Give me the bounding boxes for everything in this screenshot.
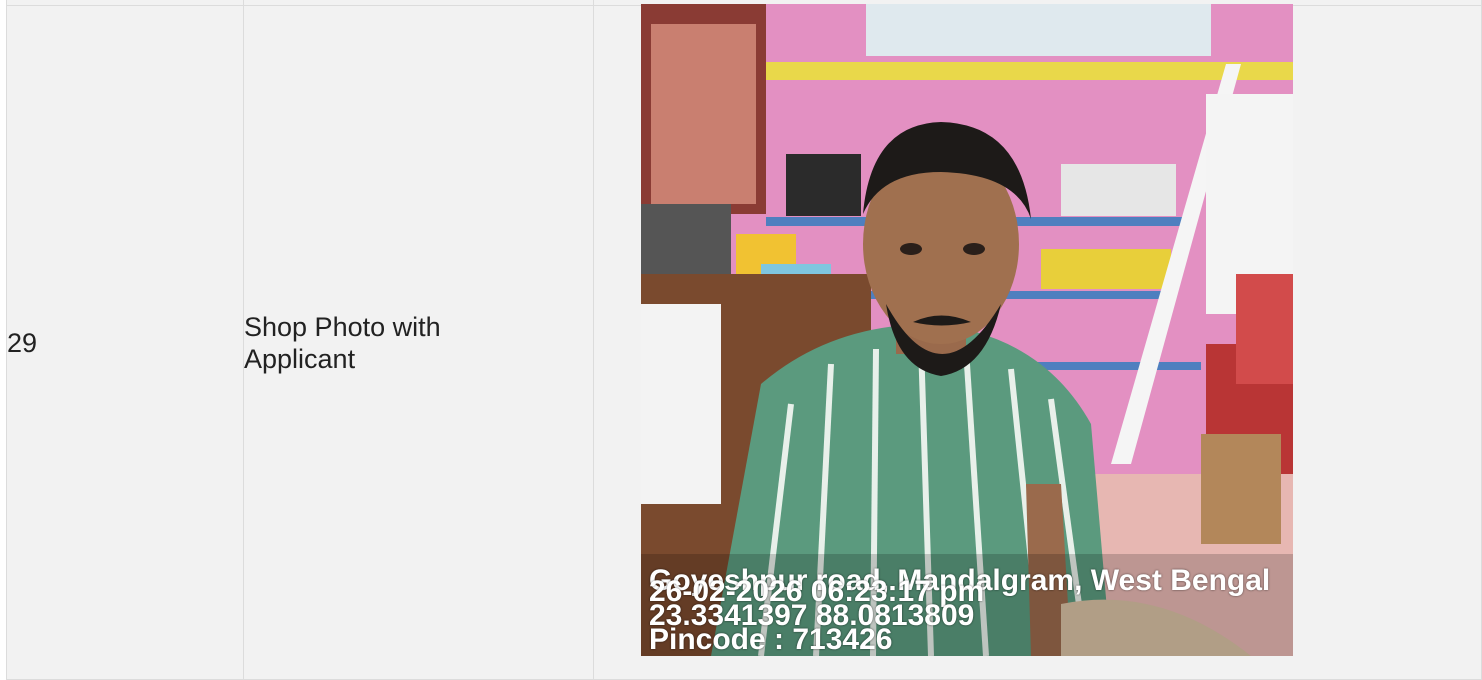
serial-number: 29 — [7, 327, 38, 358]
document-table: 29 Shop Photo with Applicant Goyeshpur r… — [6, 0, 1482, 680]
photo-image-icon — [641, 4, 1293, 656]
document-label: Shop Photo with Applicant — [244, 311, 441, 374]
document-label-cell: Shop Photo with Applicant — [243, 5, 594, 680]
photo-cell: Goyeshpur road, Mandalgram, West Bengal … — [593, 4, 1482, 680]
shop-photo[interactable]: Goyeshpur road, Mandalgram, West Bengal … — [641, 4, 1293, 656]
photo-geotag-overlay: Goyeshpur road, Mandalgram, West Bengal … — [649, 566, 1270, 655]
serial-number-cell: 29 — [6, 5, 244, 680]
document-table-wrapper: 29 Shop Photo with Applicant Goyeshpur r… — [0, 0, 1482, 680]
table-row: 29 Shop Photo with Applicant Goyeshpur r… — [6, 4, 1482, 680]
